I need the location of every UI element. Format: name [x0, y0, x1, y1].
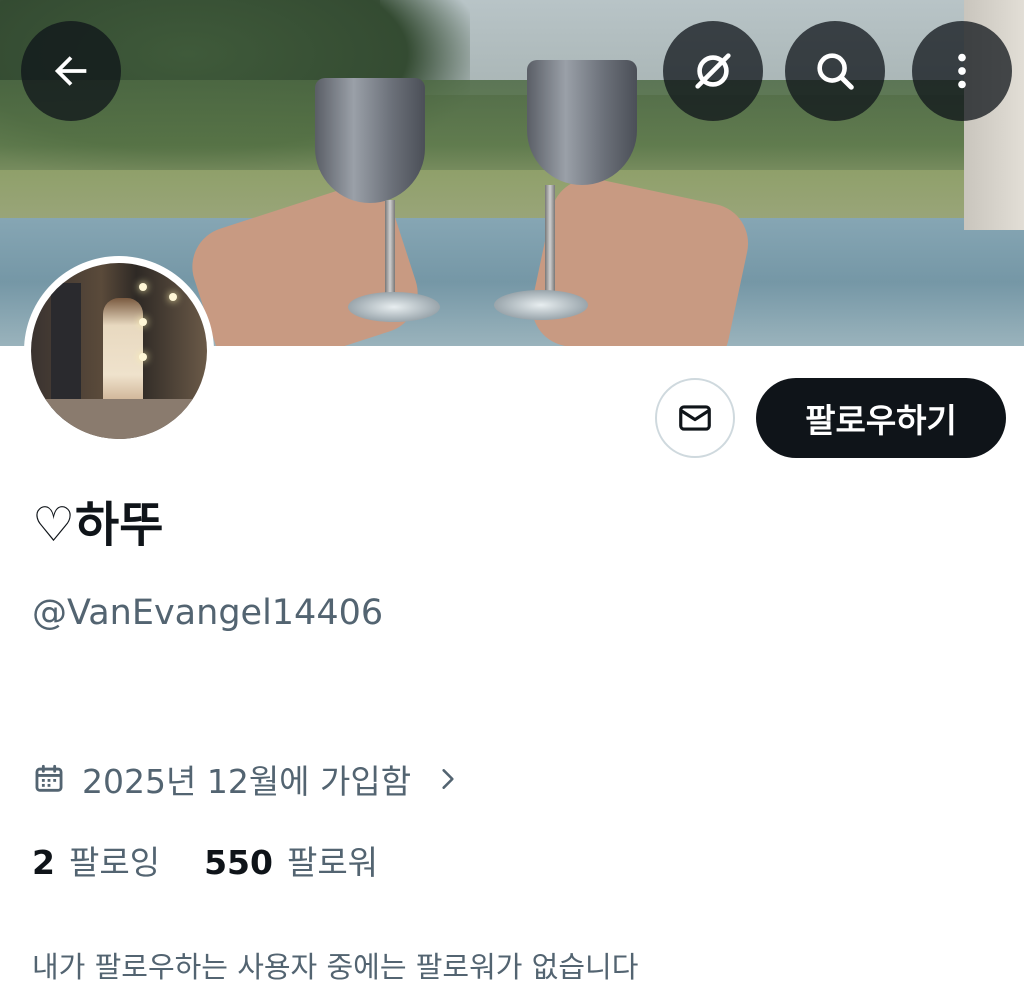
- avatar-floor: [31, 399, 207, 439]
- avatar-person: [103, 298, 143, 408]
- vertical-dots-icon: [958, 53, 966, 89]
- followers-stat[interactable]: 550 팔로워: [204, 838, 378, 888]
- avatar-light: [139, 353, 147, 361]
- message-button[interactable]: [655, 378, 735, 458]
- avatar-light: [169, 293, 177, 301]
- following-count: 2: [32, 843, 55, 882]
- joined-date-row[interactable]: 2025년 12월에 가입함: [32, 755, 477, 803]
- avatar-photo: [31, 263, 207, 439]
- avatar-light: [139, 283, 147, 291]
- grok-button[interactable]: [663, 21, 763, 121]
- profile-avatar[interactable]: [24, 256, 214, 446]
- back-button[interactable]: [21, 21, 121, 121]
- more-button[interactable]: [912, 21, 1012, 121]
- mutual-followers-note: 내가 팔로우하는 사용자 중에는 팔로워가 없습니다: [32, 950, 639, 984]
- following-label: 팔로잉: [68, 843, 161, 882]
- joined-text: 2025년 12월에 가입함: [82, 762, 412, 801]
- banner-field: [0, 170, 1024, 222]
- calendar-icon: [35, 764, 63, 792]
- avatar-light: [139, 318, 147, 326]
- following-stat[interactable]: 2 팔로잉: [32, 838, 160, 888]
- display-name: ♡하뚜: [32, 497, 164, 553]
- arrow-left-icon: [54, 56, 87, 86]
- chevron-right-icon: [442, 769, 454, 789]
- banner-base-right: [494, 290, 588, 320]
- follow-button[interactable]: 팔로우하기: [756, 378, 1006, 458]
- envelope-icon: [679, 405, 711, 431]
- user-handle: @VanEvangel14406: [32, 593, 384, 633]
- follow-stats: 2 팔로잉 550 팔로워: [32, 838, 422, 888]
- search-icon: [817, 53, 854, 90]
- banner-stem-right: [545, 185, 555, 295]
- banner-glass-left: [315, 78, 425, 203]
- search-button[interactable]: [785, 21, 885, 121]
- followers-count: 550: [204, 843, 273, 882]
- followers-label: 팔로워: [286, 843, 379, 882]
- slashed-circle-icon: [695, 53, 731, 89]
- banner-base-left: [348, 292, 440, 322]
- banner-glass-right: [527, 60, 637, 185]
